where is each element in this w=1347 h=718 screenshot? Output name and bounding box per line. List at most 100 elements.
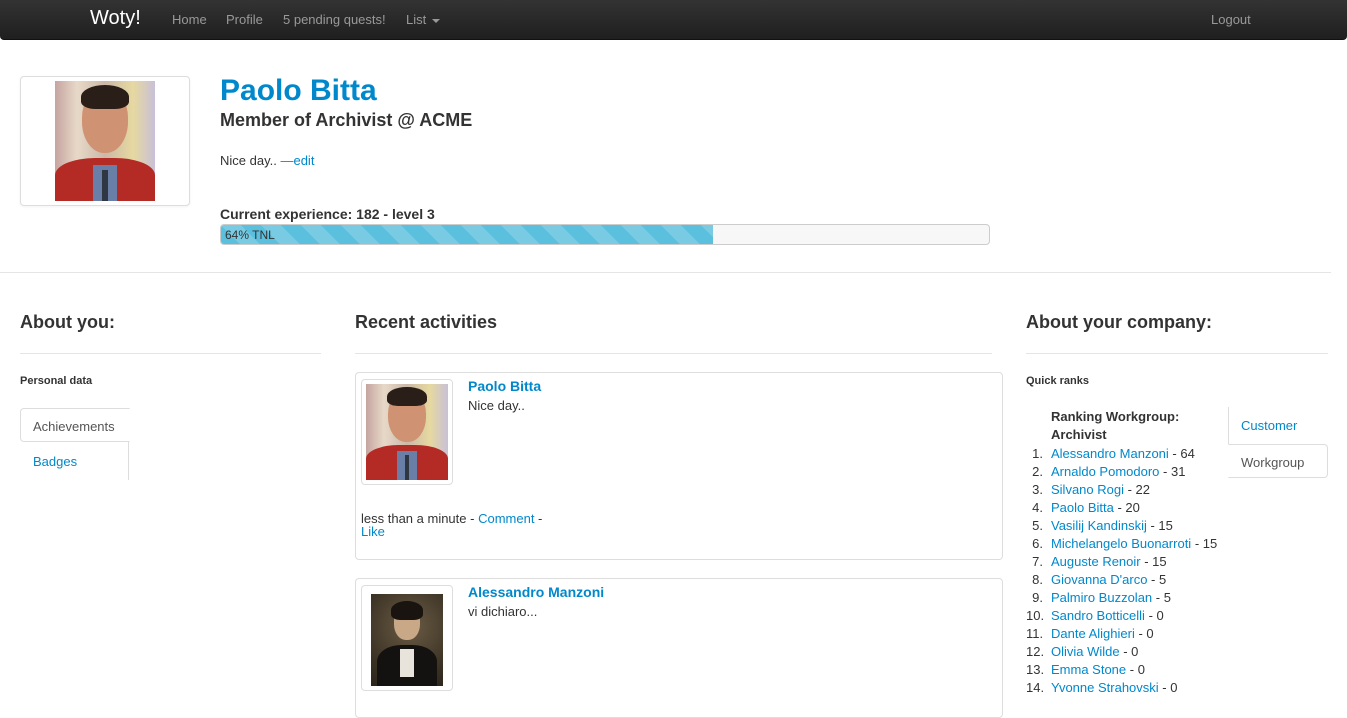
rank-item: 5. Vasilij Kandinskij - 15 bbox=[1026, 517, 1217, 535]
experience-label: Current experience: 182 - level 3 bbox=[220, 206, 435, 222]
rank-member-link[interactable]: Alessandro Manzoni bbox=[1051, 446, 1169, 461]
rank-item: 4. Paolo Bitta - 20 bbox=[1026, 499, 1217, 517]
rank-member-link[interactable]: Sandro Botticelli bbox=[1051, 608, 1145, 623]
rank-item: 11. Dante Alighieri - 0 bbox=[1026, 625, 1217, 643]
rank-item: 14. Yvonne Strahovski - 0 bbox=[1026, 679, 1217, 697]
activity-avatar bbox=[366, 384, 448, 480]
avatar-hair-shape bbox=[387, 386, 427, 407]
rank-member-link[interactable]: Giovanna D'arco bbox=[1051, 572, 1147, 587]
activity-text: vi dichiaro... bbox=[468, 604, 538, 619]
tab-achievements[interactable]: Achievements bbox=[20, 408, 130, 442]
rank-score: - 20 bbox=[1113, 500, 1140, 515]
rank-item: 3. Silvano Rogi - 22 bbox=[1026, 481, 1217, 499]
rank-item: 9. Palmiro Buzzolan - 5 bbox=[1026, 589, 1217, 607]
rank-member-link[interactable]: Vasilij Kandinskij bbox=[1051, 518, 1147, 533]
about-you-title: About you: bbox=[20, 312, 115, 332]
activities-divider bbox=[355, 353, 992, 354]
rank-number: 4. bbox=[1032, 500, 1043, 515]
rank-number: 7. bbox=[1032, 554, 1043, 569]
rank-number: 1. bbox=[1032, 446, 1043, 461]
profile-status: Nice day.. —edit bbox=[220, 153, 314, 168]
progress-label: 64% TNL bbox=[225, 228, 275, 242]
company-divider bbox=[1026, 353, 1328, 354]
top-navbar: Woty! Home Profile 5 pending quests! Lis… bbox=[0, 0, 1347, 40]
rank-number: 11. bbox=[1026, 626, 1044, 641]
rank-member-link[interactable]: Silvano Rogi bbox=[1051, 482, 1124, 497]
rank-member-link[interactable]: Palmiro Buzzolan bbox=[1051, 590, 1152, 605]
rank-item: 7. Auguste Renoir - 15 bbox=[1026, 553, 1217, 571]
nav-list-label: List bbox=[406, 12, 427, 27]
rank-member-link[interactable]: Emma Stone bbox=[1051, 662, 1126, 677]
rank-item: 6. Michelangelo Buonarroti - 15 bbox=[1026, 535, 1217, 553]
profile-avatar bbox=[55, 81, 155, 201]
meta-separator: - bbox=[534, 511, 543, 526]
rank-member-link[interactable]: Arnaldo Pomodoro bbox=[1051, 464, 1159, 479]
rank-member-link[interactable]: Michelangelo Buonarroti bbox=[1051, 536, 1191, 551]
activity-author-link[interactable]: Paolo Bitta bbox=[468, 378, 541, 394]
rank-number: 3. bbox=[1032, 482, 1043, 497]
activity-avatar bbox=[371, 594, 443, 686]
rank-score: - 0 bbox=[1134, 626, 1154, 641]
rank-item: 8. Giovanna D'arco - 5 bbox=[1026, 571, 1217, 589]
profile-name: Paolo Bitta bbox=[220, 74, 377, 107]
rank-score: - 15 bbox=[1191, 536, 1218, 551]
ranking-list: 1. Alessandro Manzoni - 64 2. Arnaldo Pomod… bbox=[1026, 445, 1217, 697]
rank-number: 5. bbox=[1032, 518, 1043, 533]
activity-card: Paolo Bitta Nice day.. less than a minut… bbox=[355, 372, 1003, 560]
rank-item: 2. Arnaldo Pomodoro - 31 bbox=[1026, 463, 1217, 481]
rank-number: 13. bbox=[1026, 662, 1045, 677]
nav-home-link[interactable]: Home bbox=[172, 12, 207, 27]
rank-number: 14. bbox=[1026, 680, 1045, 695]
experience-progress-bar: 64% TNL bbox=[220, 224, 990, 245]
rank-member-link[interactable]: Dante Alighieri bbox=[1051, 626, 1135, 641]
rank-score: - 15 bbox=[1140, 554, 1167, 569]
rank-number: 9. bbox=[1032, 590, 1043, 605]
tab-customer[interactable]: Customer bbox=[1241, 418, 1297, 433]
rank-number: 2. bbox=[1032, 464, 1043, 479]
profile-avatar-frame bbox=[20, 76, 190, 206]
brand-logo[interactable]: Woty! bbox=[90, 7, 141, 30]
section-divider bbox=[0, 272, 1331, 273]
like-link[interactable]: Like bbox=[361, 524, 385, 539]
activity-card: Alessandro Manzoni vi dichiaro... bbox=[355, 578, 1003, 718]
activity-text: Nice day.. bbox=[468, 398, 525, 413]
activity-avatar-frame bbox=[361, 585, 453, 691]
recent-activities-title: Recent activities bbox=[355, 312, 498, 332]
tab-workgroup[interactable]: Workgroup bbox=[1228, 444, 1328, 478]
rank-member-link[interactable]: Auguste Renoir bbox=[1051, 554, 1141, 569]
nav-pending-quests-link[interactable]: 5 pending quests! bbox=[283, 12, 386, 27]
rank-member-link[interactable]: Olivia Wilde bbox=[1051, 644, 1120, 659]
rank-number: 10. bbox=[1026, 608, 1045, 623]
tab-rail bbox=[128, 442, 129, 480]
logout-link[interactable]: Logout bbox=[1211, 12, 1251, 27]
rank-score: - 0 bbox=[1158, 680, 1178, 695]
portrait-collar-shape bbox=[399, 649, 415, 677]
nav-profile-link[interactable]: Profile bbox=[226, 12, 263, 27]
avatar-tie-shape bbox=[404, 455, 410, 480]
caret-down-icon bbox=[432, 18, 441, 23]
profile-membership: Member of Archivist @ ACME bbox=[220, 110, 473, 130]
activity-author-link[interactable]: Alessandro Manzoni bbox=[468, 584, 604, 600]
nav-list-dropdown[interactable]: List bbox=[406, 12, 441, 27]
comment-link[interactable]: Comment bbox=[478, 511, 534, 526]
tab-rail bbox=[1228, 407, 1229, 445]
rank-member-link[interactable]: Yvonne Strahovski bbox=[1051, 680, 1159, 695]
edit-status-link[interactable]: —edit bbox=[280, 153, 314, 168]
portrait-hair-shape bbox=[391, 601, 423, 620]
rank-score: - 15 bbox=[1146, 518, 1173, 533]
rank-score: - 64 bbox=[1168, 446, 1195, 461]
rank-score: - 31 bbox=[1159, 464, 1186, 479]
rank-item: 1. Alessandro Manzoni - 64 bbox=[1026, 445, 1217, 463]
rank-score: - 22 bbox=[1124, 482, 1151, 497]
rank-number: 8. bbox=[1032, 572, 1043, 587]
activity-meta: less than a minute - Comment - Like bbox=[361, 512, 561, 538]
avatar-tie-shape bbox=[102, 169, 108, 201]
tab-badges[interactable]: Badges bbox=[33, 454, 77, 469]
rank-item: 10. Sandro Botticelli - 0 bbox=[1026, 607, 1217, 625]
about-company-title: About your company: bbox=[1026, 312, 1213, 332]
rank-score: - 0 bbox=[1144, 608, 1164, 623]
rank-number: 6. bbox=[1032, 536, 1043, 551]
rank-member-link[interactable]: Paolo Bitta bbox=[1051, 500, 1114, 515]
rank-score: - 5 bbox=[1147, 572, 1167, 587]
ranking-title: Ranking Workgroup: Archivist bbox=[1051, 409, 1180, 442]
